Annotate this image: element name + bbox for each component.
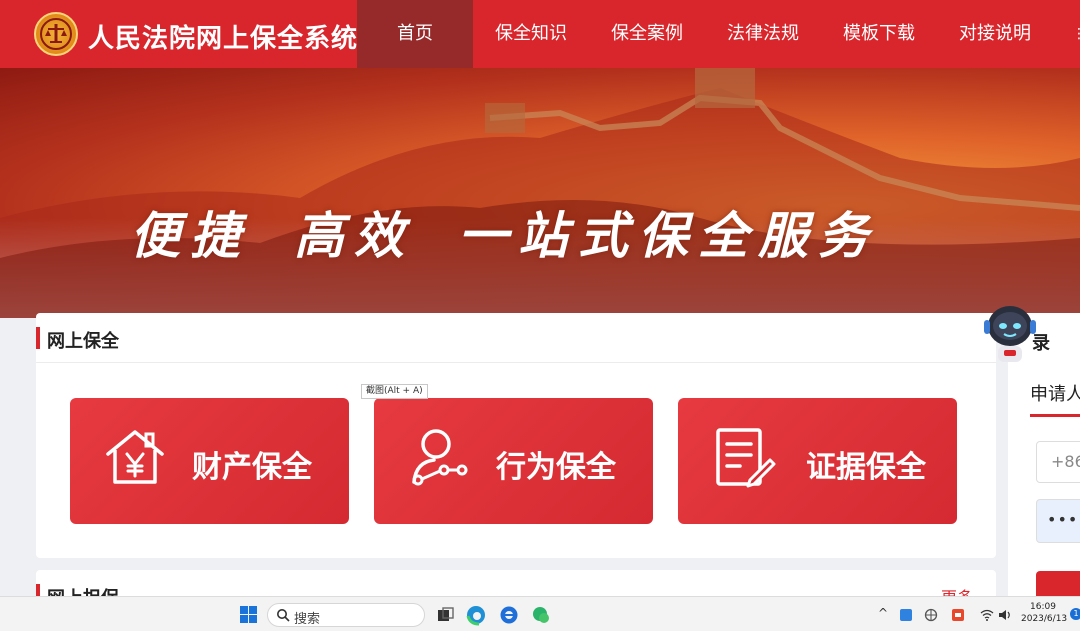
slogan-efficient: 高效 [294, 206, 414, 265]
nav-integration-guide[interactable]: 对接说明 [937, 0, 1053, 68]
slogan-convenient: 便捷 [130, 206, 250, 265]
tray-overflow-icon[interactable]: ^ [878, 606, 888, 622]
top-header: 人民法院网上保全系统 首页 保全知识 保全案例 法律法规 模板下载 对接说明 ⋮ [0, 0, 1080, 68]
court-emblem-logo[interactable] [34, 12, 78, 56]
evidence-preservation-label: 证据保全 [806, 450, 926, 485]
nav-preservation-cases[interactable]: 保全案例 [589, 0, 705, 68]
windows-start-icon[interactable] [240, 606, 257, 623]
nav-laws-regulations[interactable]: 法律法规 [705, 0, 821, 68]
property-preservation-button[interactable]: 财产保全 [70, 398, 349, 524]
nav-more-icon[interactable]: ⋮ [1072, 26, 1080, 42]
slogan-one-stop: 一站式保全服务 [458, 206, 878, 265]
house-yen-icon [106, 430, 164, 484]
screenshot-tooltip: 截图(Alt + A) [361, 384, 428, 399]
great-wall-illustration [0, 68, 1080, 318]
chat-app-icon[interactable] [530, 604, 552, 626]
action-preservation-label: 行为保全 [496, 450, 616, 485]
online-preservation-card: 网上保全 财产保全 行为保全 证据保全 [36, 313, 996, 558]
evidence-preservation-button[interactable]: 证据保全 [678, 398, 957, 524]
clock-date: 2023/6/13 [1021, 614, 1068, 624]
nav-template-download[interactable]: 模板下载 [821, 0, 937, 68]
nav-preservation-knowledge[interactable]: 保全知识 [473, 0, 589, 68]
section-title: 网上保全 [47, 331, 119, 352]
hero-banner: 便捷 高效 一站式保全服务 [0, 68, 1080, 318]
phone-field[interactable]: +86 [1036, 441, 1080, 483]
password-field[interactable]: •••••• [1036, 499, 1080, 543]
notification-badge[interactable]: 1 [1070, 608, 1080, 620]
nav-home[interactable]: 首页 [357, 0, 473, 68]
action-preservation-button[interactable]: 行为保全 [374, 398, 653, 524]
edge-browser-icon[interactable] [465, 604, 487, 626]
card-header: 网上保全 [36, 313, 996, 363]
ie-browser-icon[interactable] [498, 604, 520, 626]
search-placeholder: 搜索 [294, 612, 321, 627]
document-edit-icon [716, 428, 776, 488]
volume-icon[interactable] [998, 607, 1012, 623]
task-view-icon[interactable] [434, 604, 456, 626]
tab-active-indicator [1030, 414, 1080, 417]
tray-input-icon[interactable] [951, 607, 965, 623]
property-preservation-label: 财产保全 [192, 450, 312, 485]
main-nav: 首页 保全知识 保全案例 法律法规 模板下载 对接说明 [357, 0, 1053, 68]
tab-applicant[interactable]: 申请人 [1030, 380, 1080, 406]
wifi-icon[interactable] [980, 607, 994, 623]
system-clock[interactable]: 16:09 2023/6/13 [1021, 601, 1068, 625]
taskbar-search[interactable]: 搜索 [267, 603, 425, 627]
banner-slogan: 便捷 高效 一站式保全服务 [130, 196, 878, 268]
section-accent-bar [36, 327, 40, 349]
tray-app-icon[interactable] [899, 607, 913, 623]
windows-taskbar: 搜索 ^ 16:09 2023/6/13 1 [0, 596, 1080, 631]
site-title[interactable]: 人民法院网上保全系统 [88, 18, 358, 55]
robot-assistant-icon[interactable] [982, 298, 1038, 364]
person-action-icon [412, 429, 468, 486]
tray-network-icon[interactable] [924, 607, 938, 623]
clock-time: 16:09 [1030, 602, 1056, 612]
search-icon [277, 609, 290, 622]
